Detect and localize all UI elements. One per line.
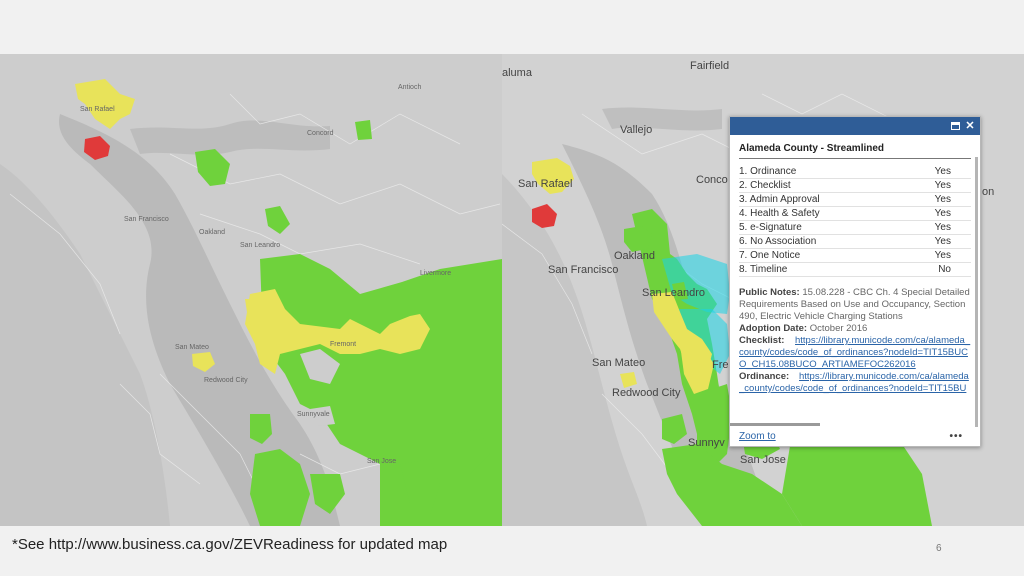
place-label: on xyxy=(982,186,995,198)
place-label: Sunnyv xyxy=(688,437,725,449)
info-popup: ✕ Alameda County - Streamlined 1. Ordina… xyxy=(729,116,981,447)
attribute-table: 1. Ordinance Yes 2. Checklist Yes 3. Admin A… xyxy=(739,165,971,277)
place-label: Antioch xyxy=(398,84,422,91)
attribute-row: 5. e-Signature Yes xyxy=(739,221,971,235)
attribute-row: 7. One Notice Yes xyxy=(739,249,971,263)
attribute-value: Yes xyxy=(934,180,951,191)
place-label: Oakland xyxy=(199,229,226,236)
place-label: San Leandro xyxy=(240,242,281,249)
adoption-date-label: Adoption Date: xyxy=(739,323,808,334)
footnote: *See http://www.business.ca.gov/ZEVReadi… xyxy=(12,536,448,553)
place-label: Fairfield xyxy=(690,60,730,72)
attribute-value: Yes xyxy=(934,236,951,247)
attribute-row: 6. No Association Yes xyxy=(739,235,971,249)
place-label: San Francisco xyxy=(548,264,619,276)
place-label: San Jose xyxy=(740,454,786,466)
attribute-label: 6. No Association xyxy=(739,236,817,247)
popup-header: ✕ xyxy=(730,117,980,135)
popup-footer: Zoom to ••• xyxy=(739,431,971,442)
place-label: Redwood City xyxy=(612,387,681,399)
popup-hscrollbar[interactable] xyxy=(730,423,820,426)
attribute-label: 3. Admin Approval xyxy=(739,194,820,205)
page-number: 6 xyxy=(936,543,942,554)
attribute-label: 8. Timeline xyxy=(739,264,788,275)
attribute-value: Yes xyxy=(934,166,951,177)
attribute-row: 2. Checklist Yes xyxy=(739,179,971,193)
place-label: San Rafael xyxy=(518,178,573,190)
place-label: San Rafael xyxy=(80,106,115,113)
maximize-icon[interactable] xyxy=(949,120,961,132)
attribute-label: 1. Ordinance xyxy=(739,166,797,177)
attribute-value: Yes xyxy=(934,194,951,205)
place-label: Livermore xyxy=(420,270,452,277)
place-label: Sunnyvale xyxy=(297,411,330,418)
map-left[interactable]: San Rafael Concord Antioch Oakland San F… xyxy=(0,54,502,526)
attribute-label: 2. Checklist xyxy=(739,180,791,191)
attribute-value: Yes xyxy=(934,250,951,261)
adoption-date: October 2016 xyxy=(809,323,868,334)
more-options-icon[interactable]: ••• xyxy=(949,431,963,442)
attribute-row: 4. Health & Safety Yes xyxy=(739,207,971,221)
place-label: aluma xyxy=(502,67,532,79)
place-label: San Mateo xyxy=(592,357,646,369)
attribute-value: No xyxy=(938,264,951,275)
place-label: Vallejo xyxy=(620,124,653,136)
place-label: Oakland xyxy=(614,250,655,262)
attribute-label: 7. One Notice xyxy=(739,250,801,261)
place-label: San Mateo xyxy=(175,344,209,351)
popup-title: Alameda County - Streamlined xyxy=(739,143,971,159)
place-label: San Francisco xyxy=(124,216,169,223)
place-label: Fremont xyxy=(330,341,357,348)
popup-scrollbar[interactable] xyxy=(975,157,978,427)
close-icon[interactable]: ✕ xyxy=(964,120,976,132)
place-label: San Jose xyxy=(367,458,397,465)
zoom-to-link[interactable]: Zoom to xyxy=(739,431,776,442)
place-label: San Leandro xyxy=(642,287,705,299)
checklist-label: Checklist: xyxy=(739,335,785,346)
map-left-graphic xyxy=(0,54,502,526)
popup-body: Alameda County - Streamlined 1. Ordinanc… xyxy=(739,143,971,395)
attribute-row: 1. Ordinance Yes xyxy=(739,165,971,179)
attribute-value: Yes xyxy=(934,208,951,219)
attribute-value: Yes xyxy=(934,222,951,233)
place-label: Redwood City xyxy=(204,377,248,384)
attribute-label: 5. e-Signature xyxy=(739,222,802,233)
public-notes-label: Public Notes: xyxy=(739,287,800,298)
place-label: Concord xyxy=(307,130,334,137)
public-notes: Public Notes: 15.08.228 - CBC Ch. 4 Spec… xyxy=(739,287,971,395)
attribute-label: 4. Health & Safety xyxy=(739,208,820,219)
ordinance-label: Ordinance: xyxy=(739,371,790,382)
slide: San Rafael Concord Antioch Oakland San F… xyxy=(0,0,1024,576)
place-label: Conco xyxy=(696,174,728,186)
attribute-row: 3. Admin Approval Yes xyxy=(739,193,971,207)
attribute-row: 8. Timeline No xyxy=(739,263,971,277)
place-label: Fre xyxy=(712,359,729,371)
